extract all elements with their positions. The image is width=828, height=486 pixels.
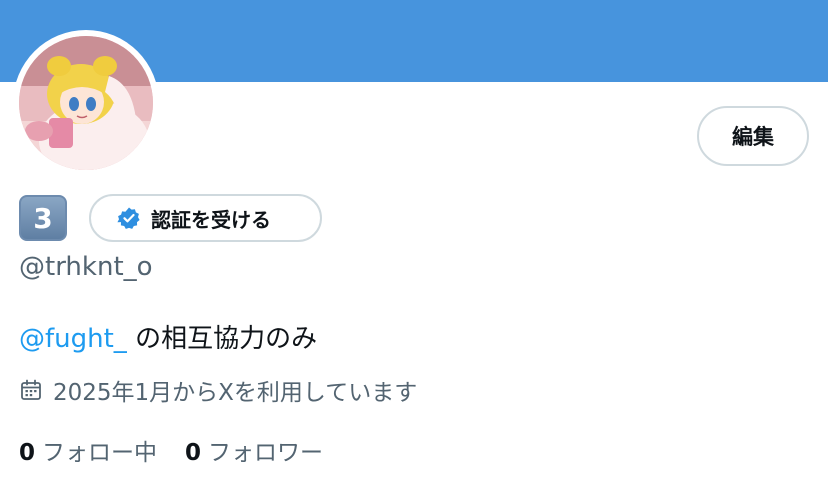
following-count: 0 [19, 440, 36, 466]
followers-link[interactable]: 0 フォロワー [185, 433, 323, 467]
following-label: フォロー中 [42, 440, 158, 466]
joined-date: 2025年1月からXを利用しています [19, 373, 417, 407]
edit-profile-button[interactable]: 編集 [697, 106, 809, 166]
verified-badge-icon [117, 207, 140, 229]
bio-mention-link[interactable]: @fught_ [19, 324, 127, 354]
profile-handle: @trhknt_o [19, 252, 153, 282]
followers-label: フォロワー [208, 440, 324, 466]
number-emoji-badge: 3 [19, 195, 67, 241]
profile-bio: @fught_ の相互協力のみ [19, 318, 317, 355]
avatar[interactable] [19, 36, 153, 170]
follow-stats: 0 フォロー中 0 フォロワー [19, 433, 323, 467]
joined-date-text: 2025年1月からXを利用しています [53, 380, 418, 406]
avatar-image [19, 36, 153, 170]
get-verified-label: 認証を受ける [151, 207, 271, 232]
followers-count: 0 [185, 440, 202, 466]
calendar-icon [21, 379, 41, 400]
following-link[interactable]: 0 フォロー中 [19, 433, 157, 467]
bio-text: の相互協力のみ [126, 324, 318, 354]
get-verified-button[interactable]: 認証を受ける [89, 194, 322, 242]
